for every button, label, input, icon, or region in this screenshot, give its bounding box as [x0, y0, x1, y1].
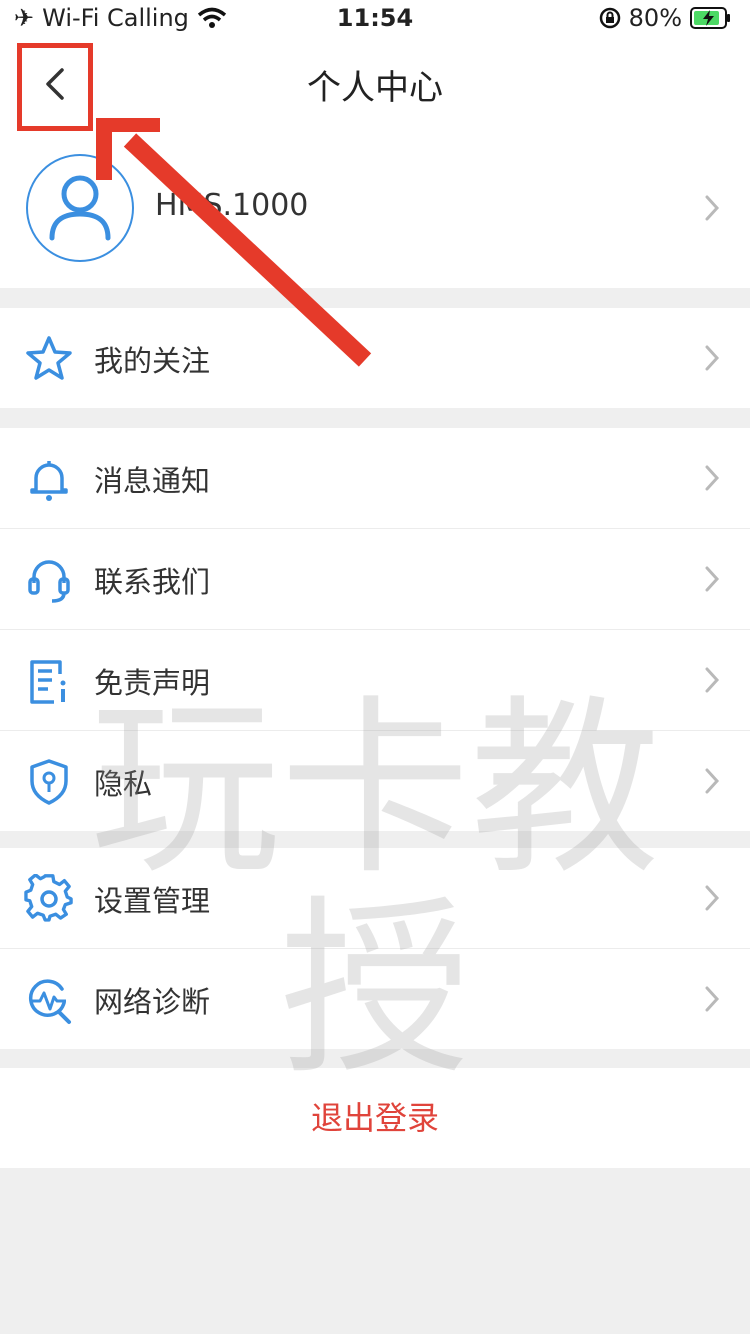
chevron-right-icon — [705, 768, 720, 794]
menu-item-notifications[interactable]: 消息通知 — [0, 428, 750, 529]
annotation-arrow — [96, 118, 372, 367]
menu-item-privacy[interactable]: 隐私 — [0, 731, 750, 831]
section-menu: 消息通知 联系我们 免责声明 隐私 — [0, 428, 750, 831]
section-settings: 设置管理 网络诊断 — [0, 848, 750, 1049]
network-diagnosis-icon — [28, 979, 71, 1024]
bell-icon — [30, 461, 68, 501]
menu-item-network[interactable]: 网络诊断 — [0, 949, 750, 1049]
menu-label: 消息通知 — [94, 464, 211, 498]
menu-item-settings[interactable]: 设置管理 — [0, 848, 750, 949]
chevron-right-icon — [705, 885, 720, 911]
gear-icon — [24, 874, 73, 922]
chevron-right-icon — [705, 465, 720, 491]
chevron-right-icon — [705, 667, 720, 693]
headset-icon — [28, 560, 70, 603]
menu-label: 隐私 — [94, 767, 153, 801]
logout-button[interactable]: 退出登录 — [0, 1068, 750, 1168]
menu-item-contact[interactable]: 联系我们 — [0, 529, 750, 630]
document-info-icon — [30, 660, 66, 704]
menu-label: 设置管理 — [94, 884, 211, 918]
menu-label: 网络诊断 — [94, 985, 211, 1019]
chevron-right-icon — [705, 566, 720, 592]
chevron-right-icon — [705, 986, 720, 1012]
menu-label: 联系我们 — [94, 565, 211, 599]
menu-item-disclaimer[interactable]: 免责声明 — [0, 630, 750, 731]
menu-label: 免责声明 — [94, 666, 211, 700]
shield-key-icon — [30, 759, 68, 805]
